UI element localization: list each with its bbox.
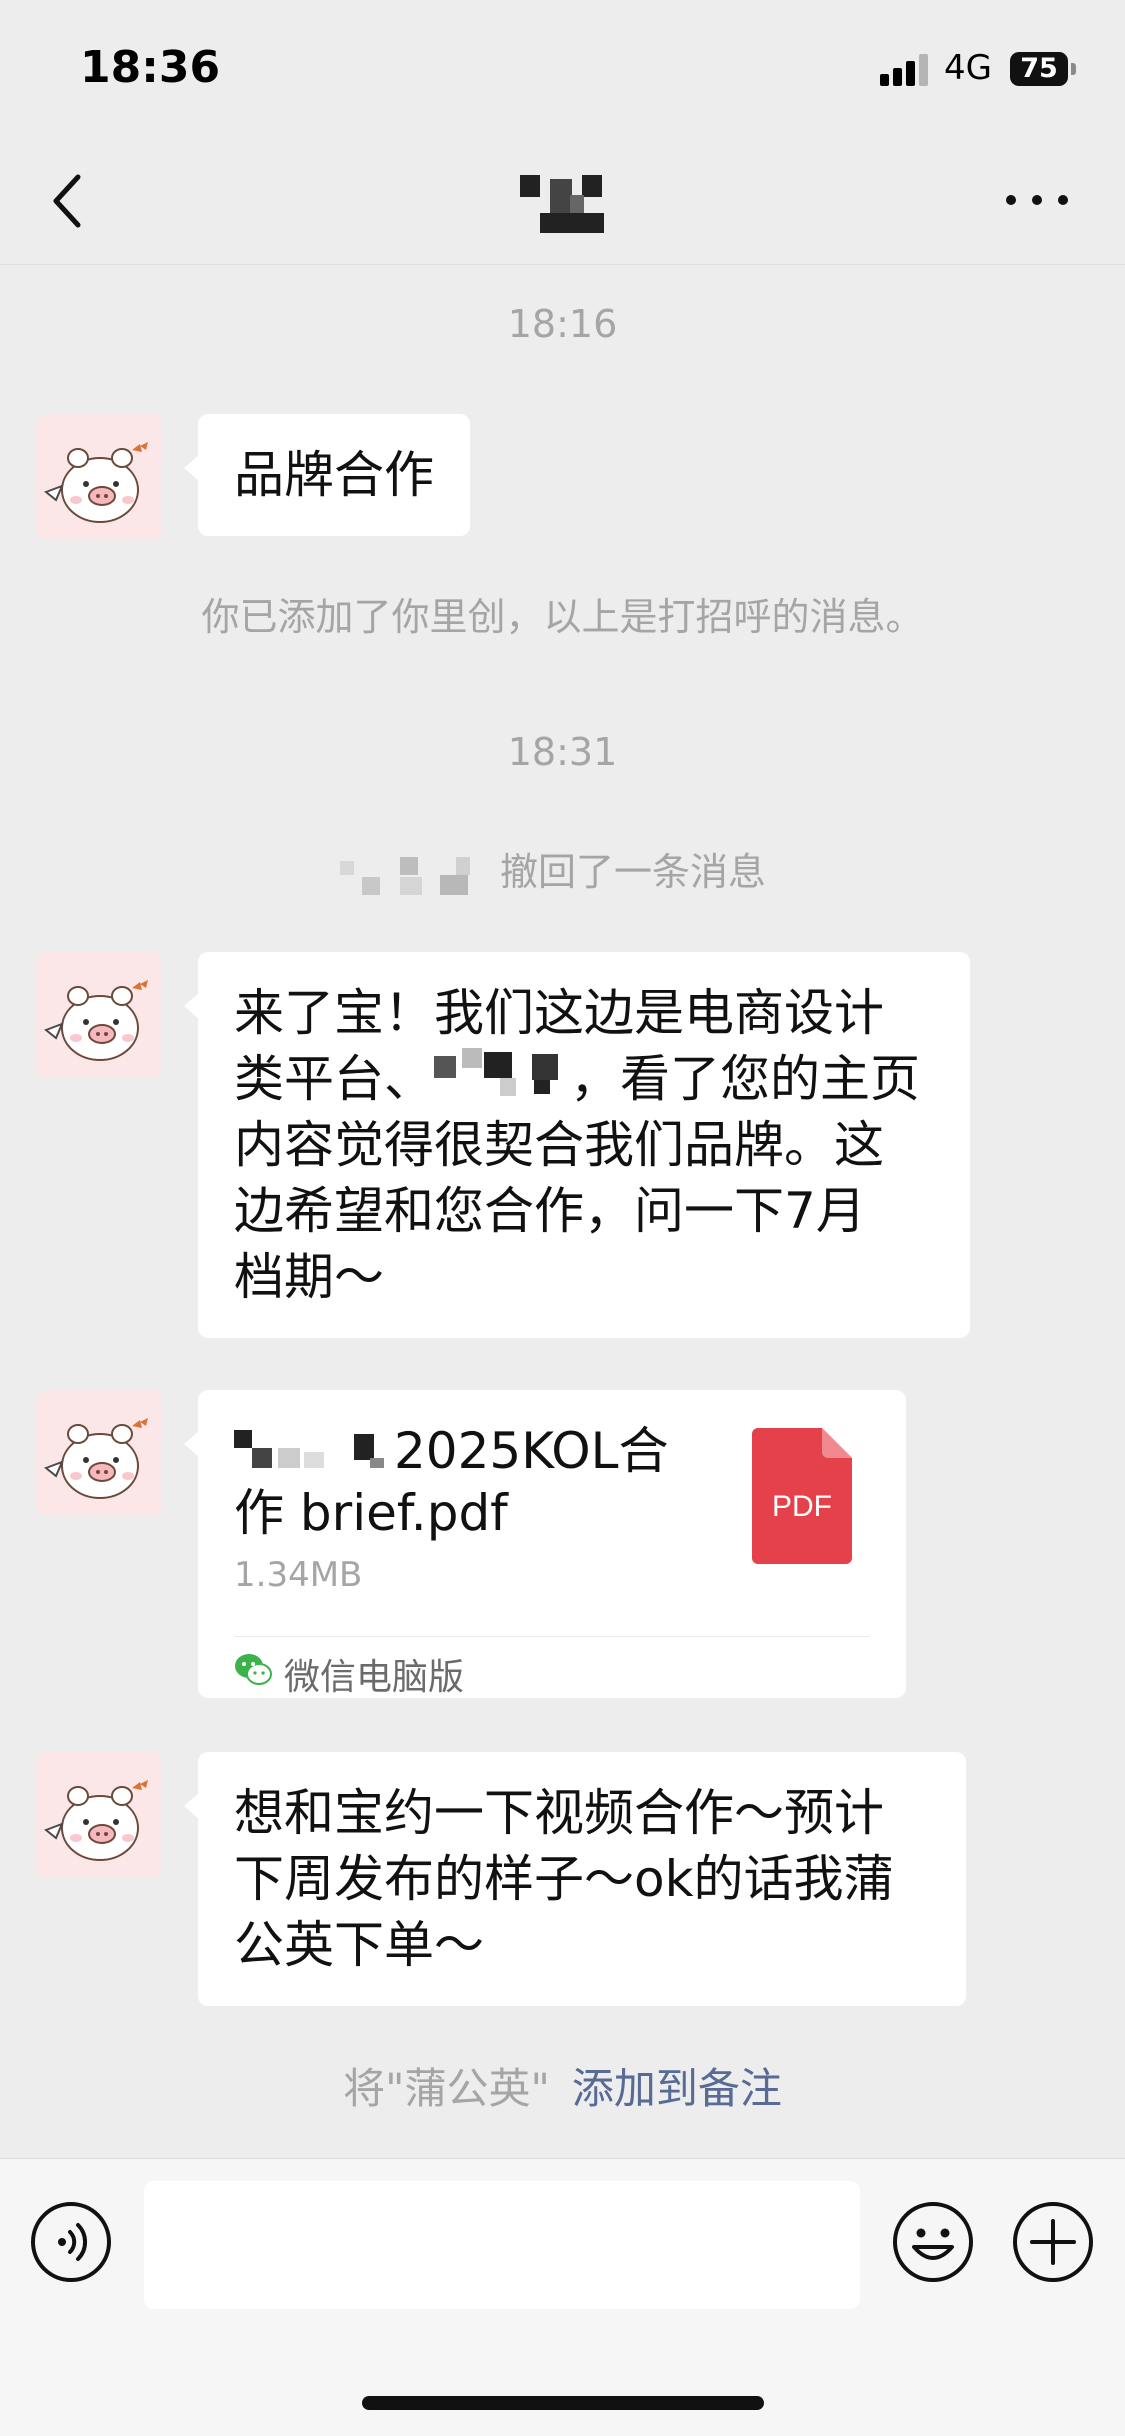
avatar[interactable] [36,1390,162,1516]
file-name: 2025KOL合 作 brief.pdf [234,1420,714,1544]
battery-level: 75 [1020,53,1058,84]
remark-suggestion: 将"蒲公英" 添加到备注 [0,2055,1125,2116]
contact-name-redacted [520,175,624,235]
message-bubble[interactable]: 来了宝！我们这边是电商设计 类平台、 ，看了您的主页 内容觉得很契合我们品牌。这 … [184,952,970,1338]
signal-icon [880,52,932,86]
redacted-name [340,857,480,903]
file-message-card[interactable]: 2025KOL合 作 brief.pdf 1.34MB PDF 微信电脑版 [184,1390,906,1698]
avatar[interactable] [36,952,162,1078]
message-bubble[interactable]: 品牌合作 [184,414,470,536]
message-input[interactable] [144,2181,860,2309]
wechat-icon [235,1654,272,1685]
divider [234,1636,870,1637]
nav-bar [0,135,1125,265]
home-indicator[interactable] [362,2396,764,2410]
chevron-left-icon[interactable] [46,171,96,231]
recall-text: 撤回了一条消息 [500,850,767,894]
status-time: 18:36 [80,42,221,93]
avatar[interactable] [36,1752,162,1878]
timestamp: 18:16 [507,302,618,346]
emoji-icon[interactable] [892,2201,974,2283]
redacted-brand [234,1424,394,1474]
battery-icon: 75 [1010,52,1076,86]
voice-icon[interactable] [30,2201,112,2283]
remark-prefix: 将"蒲公英" [343,2064,550,2113]
avatar[interactable] [36,414,162,540]
pdf-file-icon: PDF [752,1428,852,1564]
network-label: 4G [944,48,992,88]
file-size: 1.34MB [234,1555,363,1595]
add-to-remark-link[interactable]: 添加到备注 [572,2064,782,2113]
recall-note: 撤回了一条消息 [0,835,1125,905]
pdf-label: PDF [772,1490,832,1523]
file-source: 微信电脑版 [284,1657,465,1698]
system-note: 你已添加了你里创，以上是打招呼的消息。 [201,595,924,639]
plus-icon[interactable] [1012,2201,1094,2283]
status-bar: 18:36 4G 75 [0,0,1125,135]
message-bubble[interactable]: 想和宝约一下视频合作～预计 下周发布的样子～ok的话我蒲 公英下单～ [184,1752,966,2006]
redacted-brand [434,1048,570,1104]
timestamp: 18:31 [507,730,618,774]
more-dots-icon[interactable] [1006,185,1068,215]
input-bar [0,2158,1125,2436]
